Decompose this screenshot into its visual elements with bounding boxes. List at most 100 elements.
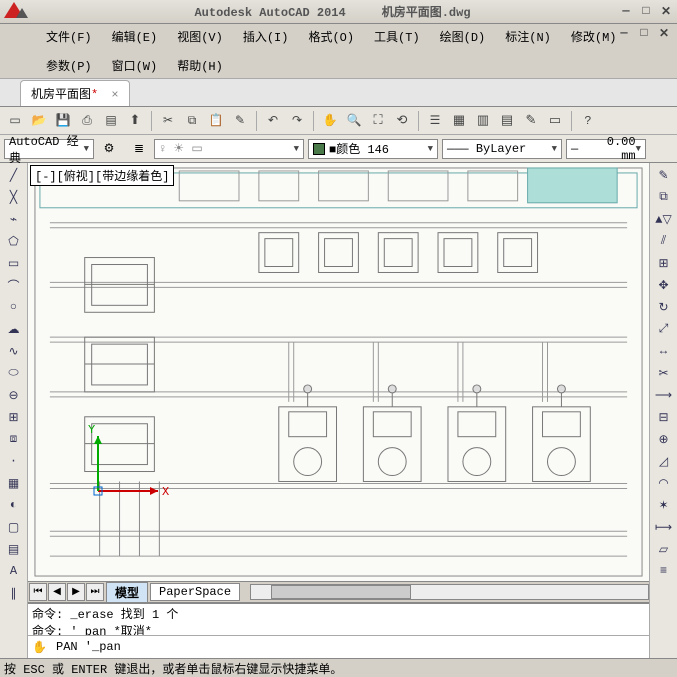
layer-combo[interactable]: ♀ ☀ ▭ ▼	[154, 139, 304, 159]
mline-tool[interactable]: ∥	[3, 583, 25, 603]
cut-button[interactable]: ✂	[157, 110, 179, 132]
construction-line-tool[interactable]: ╳	[3, 187, 25, 207]
viewport-label[interactable]: [-][俯视][带边缘着色]	[30, 165, 174, 186]
document-tab[interactable]: 机房平面图* ×	[20, 80, 130, 106]
publish-button[interactable]: ⬆	[124, 110, 146, 132]
menu-dimension[interactable]: 标注(N)	[499, 26, 557, 47]
line-tool[interactable]: ╱	[3, 165, 25, 185]
tab-paperspace[interactable]: PaperSpace	[150, 583, 240, 601]
move-tool[interactable]: ✥	[653, 275, 675, 295]
erase-tool[interactable]: ✎	[653, 165, 675, 185]
layout-last-button[interactable]: ⏭	[86, 583, 104, 601]
save-button[interactable]: 💾	[52, 110, 74, 132]
mdi-minimize-button[interactable]: —	[617, 26, 631, 41]
new-button[interactable]: ▭	[4, 110, 26, 132]
point-tool[interactable]: ·	[3, 451, 25, 471]
help-button[interactable]: ?	[577, 110, 599, 132]
spline-tool[interactable]: ∿	[3, 341, 25, 361]
layout-first-button[interactable]: ⏮	[29, 583, 47, 601]
insert-block-tool[interactable]: ⊞	[3, 407, 25, 427]
menu-edit[interactable]: 编辑(E)	[106, 26, 164, 47]
minimize-button[interactable]: —	[619, 4, 633, 19]
menu-draw[interactable]: 绘图(D)	[434, 26, 492, 47]
layer-props-button[interactable]: ≣	[128, 138, 150, 160]
drawing-viewport[interactable]: [-][俯视][带边缘着色]	[28, 163, 649, 581]
mirror-tool[interactable]: ▲▽	[653, 209, 675, 229]
close-button[interactable]: ✕	[659, 4, 673, 19]
zoom-previous-button[interactable]: ⟲	[391, 110, 413, 132]
mdi-restore-button[interactable]: □	[637, 26, 651, 41]
array-tool[interactable]: ⊞	[653, 253, 675, 273]
markup-button[interactable]: ✎	[520, 110, 542, 132]
copy-tool[interactable]: ⧉	[653, 187, 675, 207]
hatch-tool[interactable]: ▦	[3, 473, 25, 493]
zoom-button[interactable]: 🔍	[343, 110, 365, 132]
properties-button[interactable]: ☰	[424, 110, 446, 132]
menu-file[interactable]: 文件(F)	[40, 26, 98, 47]
menu-parameter[interactable]: 参数(P)	[40, 55, 98, 76]
lineweight-combo[interactable]: — 0.00 mm ▼	[566, 139, 646, 159]
table-tool[interactable]: ▤	[3, 539, 25, 559]
break-tool[interactable]: ⊟	[653, 407, 675, 427]
distance-tool[interactable]: ⟼	[653, 517, 675, 537]
workspace-combo[interactable]: AutoCAD 经典 ▼	[4, 139, 94, 159]
menu-tools[interactable]: 工具(T)	[368, 26, 426, 47]
tab-close-icon[interactable]: ×	[111, 88, 118, 102]
region-tool[interactable]: ▢	[3, 517, 25, 537]
fillet-tool[interactable]: ◠	[653, 473, 675, 493]
linetype-combo[interactable]: ——— ByLayer ▼	[442, 139, 562, 159]
menu-view[interactable]: 视图(V)	[171, 26, 229, 47]
redo-button[interactable]: ↷	[286, 110, 308, 132]
color-combo[interactable]: ■颜色 146 ▼	[308, 139, 438, 159]
explode-tool[interactable]: ✶	[653, 495, 675, 515]
design-center-button[interactable]: ▦	[448, 110, 470, 132]
stretch-tool[interactable]: ↔	[653, 341, 675, 361]
join-tool[interactable]: ⊕	[653, 429, 675, 449]
chamfer-tool[interactable]: ◿	[653, 451, 675, 471]
area-tool[interactable]: ▱	[653, 539, 675, 559]
scale-tool[interactable]: ⤢	[653, 319, 675, 339]
polyline-tool[interactable]: ⌁	[3, 209, 25, 229]
calc-button[interactable]: ▭	[544, 110, 566, 132]
pan-button[interactable]: ✋	[319, 110, 341, 132]
undo-button[interactable]: ↶	[262, 110, 284, 132]
sheet-set-button[interactable]: ▤	[496, 110, 518, 132]
revision-cloud-tool[interactable]: ☁	[3, 319, 25, 339]
open-button[interactable]: 📂	[28, 110, 50, 132]
menu-modify[interactable]: 修改(M)	[565, 26, 623, 47]
rectangle-tool[interactable]: ▭	[3, 253, 25, 273]
polygon-tool[interactable]: ⬠	[3, 231, 25, 251]
rotate-tool[interactable]: ↻	[653, 297, 675, 317]
maximize-button[interactable]: □	[639, 4, 653, 19]
menu-help[interactable]: 帮助(H)	[171, 55, 229, 76]
trim-tool[interactable]: ✂	[653, 363, 675, 383]
menu-insert[interactable]: 插入(I)	[237, 26, 295, 47]
layout-next-button[interactable]: ▶	[67, 583, 85, 601]
ellipse-arc-tool[interactable]: ⊖	[3, 385, 25, 405]
copy-button[interactable]: ⧉	[181, 110, 203, 132]
workspace-settings-button[interactable]: ⚙	[98, 138, 120, 160]
offset-tool[interactable]: ⫽	[653, 231, 675, 251]
mdi-close-button[interactable]: ✕	[657, 26, 671, 41]
tool-palettes-button[interactable]: ▥	[472, 110, 494, 132]
text-tool[interactable]: A	[3, 561, 25, 581]
menu-window[interactable]: 窗口(W)	[106, 55, 164, 76]
paste-button[interactable]: 📋	[205, 110, 227, 132]
make-block-tool[interactable]: ⧈	[3, 429, 25, 449]
layout-prev-button[interactable]: ◀	[48, 583, 66, 601]
scrollbar-thumb[interactable]	[271, 585, 411, 599]
tab-model[interactable]: 模型	[106, 582, 148, 603]
circle-tool[interactable]: ○	[3, 297, 25, 317]
gradient-tool[interactable]: ◐	[3, 495, 25, 515]
zoom-window-button[interactable]: ⛶	[367, 110, 389, 132]
print-button[interactable]: ⎙	[76, 110, 98, 132]
hscrollbar[interactable]	[250, 584, 649, 600]
command-input[interactable]	[56, 640, 645, 654]
plot-preview-button[interactable]: ▤	[100, 110, 122, 132]
menu-format[interactable]: 格式(O)	[302, 26, 360, 47]
extend-tool[interactable]: ⟶	[653, 385, 675, 405]
ellipse-tool[interactable]: ⬭	[3, 363, 25, 383]
match-properties-button[interactable]: ✎	[229, 110, 251, 132]
arc-tool[interactable]: ⌒	[3, 275, 25, 295]
list-tool[interactable]: ≡	[653, 561, 675, 581]
